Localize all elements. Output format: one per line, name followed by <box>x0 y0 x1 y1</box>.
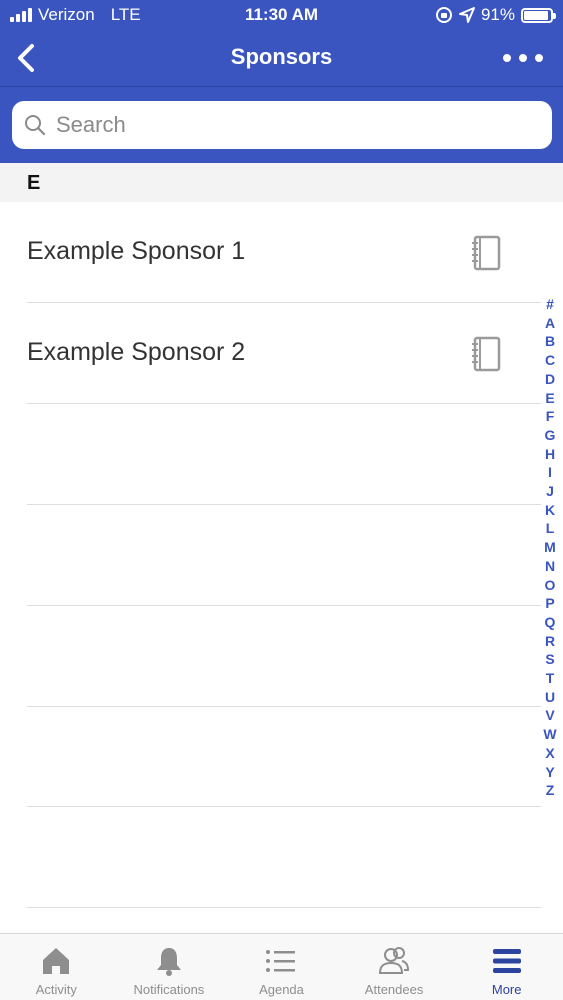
index-letter[interactable]: J <box>546 482 554 501</box>
index-letter[interactable]: S <box>545 650 554 669</box>
index-letter[interactable]: O <box>545 576 556 595</box>
index-letter[interactable]: I <box>548 463 552 482</box>
sponsor-row[interactable]: Example Sponsor 2 <box>0 303 545 404</box>
index-letter[interactable]: R <box>545 632 555 651</box>
index-letter[interactable]: G <box>545 426 556 445</box>
index-letter[interactable]: L <box>546 519 555 538</box>
sponsor-name: Example Sponsor 1 <box>27 237 246 265</box>
index-letter[interactable]: Q <box>545 613 556 632</box>
tab-agenda[interactable]: Agenda <box>225 934 338 1000</box>
index-letter[interactable]: N <box>545 557 555 576</box>
header: Verizon LTE 11:30 AM 91% Sponsors <box>0 0 563 163</box>
home-icon <box>43 948 70 974</box>
location-arrow-icon <box>458 7 475 23</box>
ellipsis-icon <box>503 54 511 62</box>
tab-more[interactable]: More <box>450 934 563 1000</box>
section-letter: E <box>27 172 41 194</box>
tab-label: Notifications <box>133 982 205 997</box>
divider <box>27 706 541 707</box>
index-letter[interactable]: B <box>545 332 555 351</box>
index-letter[interactable]: D <box>545 370 555 389</box>
index-letter[interactable]: E <box>545 389 554 408</box>
index-letter[interactable]: F <box>546 407 555 426</box>
page-title: Sponsors <box>230 44 333 69</box>
tab-label: More <box>491 982 522 997</box>
index-letter[interactable]: Z <box>546 781 555 800</box>
index-letter[interactable]: # <box>546 295 554 314</box>
nav-bar: Sponsors <box>0 30 563 86</box>
index-letter[interactable]: T <box>546 669 555 688</box>
divider <box>0 86 563 87</box>
index-letter[interactable]: A <box>545 314 555 333</box>
divider <box>27 907 541 908</box>
tab-label: Activity <box>35 982 77 997</box>
sponsor-name: Example Sponsor 2 <box>27 338 246 366</box>
index-letter[interactable]: M <box>544 538 556 557</box>
tab-label: Attendees <box>364 982 424 997</box>
sponsor-row[interactable]: Example Sponsor 1 <box>0 202 545 303</box>
bell-icon <box>156 948 181 976</box>
tab-activity[interactable]: Activity <box>0 934 113 1000</box>
section-header: E <box>0 163 563 202</box>
divider <box>27 504 541 505</box>
alphabet-index[interactable]: # A B C D E F G H I J K L M N O P Q R S T U V W X Y Z <box>541 295 559 800</box>
tab-attendees[interactable]: Attendees <box>338 934 451 1000</box>
index-letter[interactable]: X <box>545 744 554 763</box>
index-letter[interactable]: V <box>545 706 554 725</box>
divider <box>27 605 541 606</box>
status-bar: Verizon LTE 11:30 AM 91% <box>0 0 563 30</box>
index-letter[interactable]: K <box>545 501 555 520</box>
search-input[interactable] <box>56 112 516 138</box>
battery-icon <box>521 7 556 23</box>
notebook-icon[interactable] <box>470 336 502 372</box>
search-icon <box>25 115 46 136</box>
index-letter[interactable]: H <box>545 445 555 464</box>
divider <box>27 806 541 807</box>
index-letter[interactable]: Y <box>545 763 554 782</box>
index-letter[interactable]: W <box>543 725 556 744</box>
orientation-lock-icon <box>435 7 452 23</box>
menu-icon <box>492 949 521 973</box>
people-icon <box>379 947 410 974</box>
tab-bar: Activity Notifications Agenda Attendees … <box>0 933 563 1000</box>
more-options-button[interactable] <box>503 46 543 70</box>
tab-label: Agenda <box>259 982 304 997</box>
tab-notifications[interactable]: Notifications <box>113 934 226 1000</box>
list-icon <box>266 950 296 972</box>
battery-percent: 91% <box>480 5 515 24</box>
battery-level <box>524 10 548 20</box>
index-letter[interactable]: U <box>545 688 555 707</box>
search-bar[interactable] <box>12 101 552 149</box>
index-letter[interactable]: P <box>545 594 554 613</box>
index-letter[interactable]: C <box>545 351 555 370</box>
notebook-icon[interactable] <box>470 235 502 271</box>
divider <box>27 403 541 404</box>
